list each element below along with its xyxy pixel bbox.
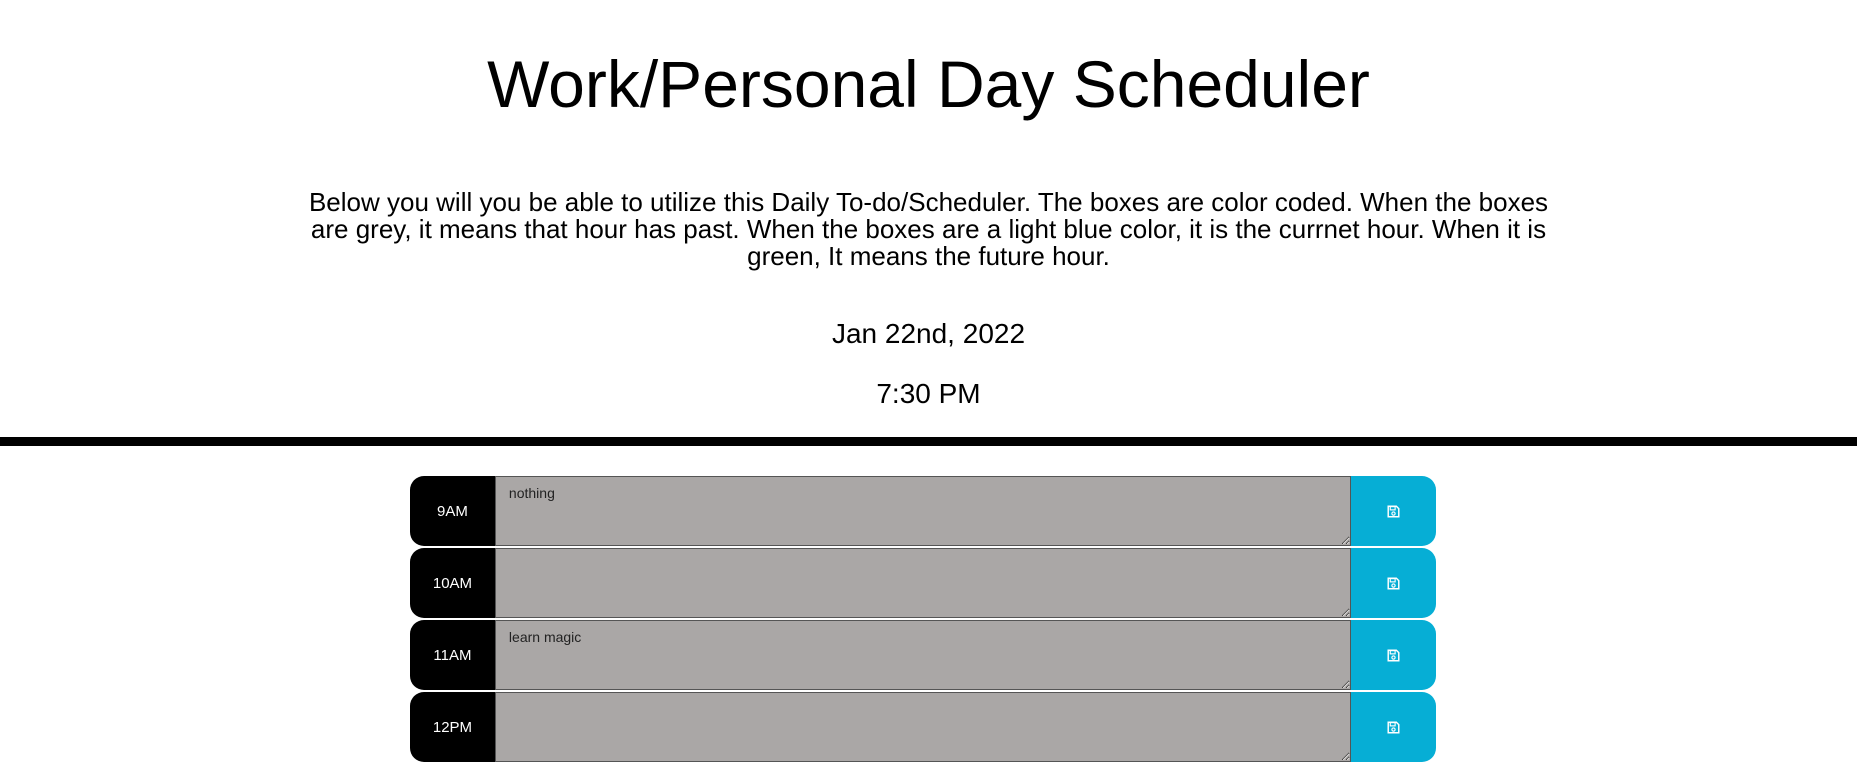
- floppy-disk-icon: [1387, 504, 1400, 518]
- time-block: 12PM: [410, 692, 1437, 762]
- current-date: Jan 22nd, 2022: [831, 318, 1026, 349]
- schedule-container: 9AM nothing 10AM 11AM learn magic 12PM: [410, 476, 1437, 764]
- floppy-disk-icon: [1387, 648, 1400, 662]
- save-button[interactable]: [1351, 620, 1437, 690]
- hour-label: 12PM: [410, 692, 495, 762]
- current-time: 7:30 PM: [876, 378, 981, 409]
- page-description: Below you will you be able to utilize th…: [308, 187, 1549, 271]
- save-button[interactable]: [1351, 692, 1437, 762]
- time-block: 9AM nothing: [410, 476, 1437, 546]
- save-button[interactable]: [1351, 548, 1437, 618]
- floppy-disk-icon: [1387, 720, 1400, 734]
- header-divider: [0, 437, 1857, 446]
- time-block: 11AM learn magic: [410, 620, 1437, 690]
- hour-label: 11AM: [410, 620, 495, 690]
- hour-label: 9AM: [410, 476, 495, 546]
- task-description-input[interactable]: learn magic: [494, 620, 1352, 690]
- task-description-input[interactable]: [494, 548, 1352, 618]
- hour-label: 10AM: [410, 548, 495, 618]
- task-description-input[interactable]: nothing: [494, 476, 1352, 546]
- floppy-disk-icon: [1387, 576, 1400, 590]
- task-description-input[interactable]: [494, 692, 1352, 762]
- time-block: 10AM: [410, 548, 1437, 618]
- header: Work/Personal Day Scheduler Below you wi…: [0, 0, 1857, 437]
- page-title: Work/Personal Day Scheduler: [487, 47, 1370, 121]
- save-button[interactable]: [1351, 476, 1437, 546]
